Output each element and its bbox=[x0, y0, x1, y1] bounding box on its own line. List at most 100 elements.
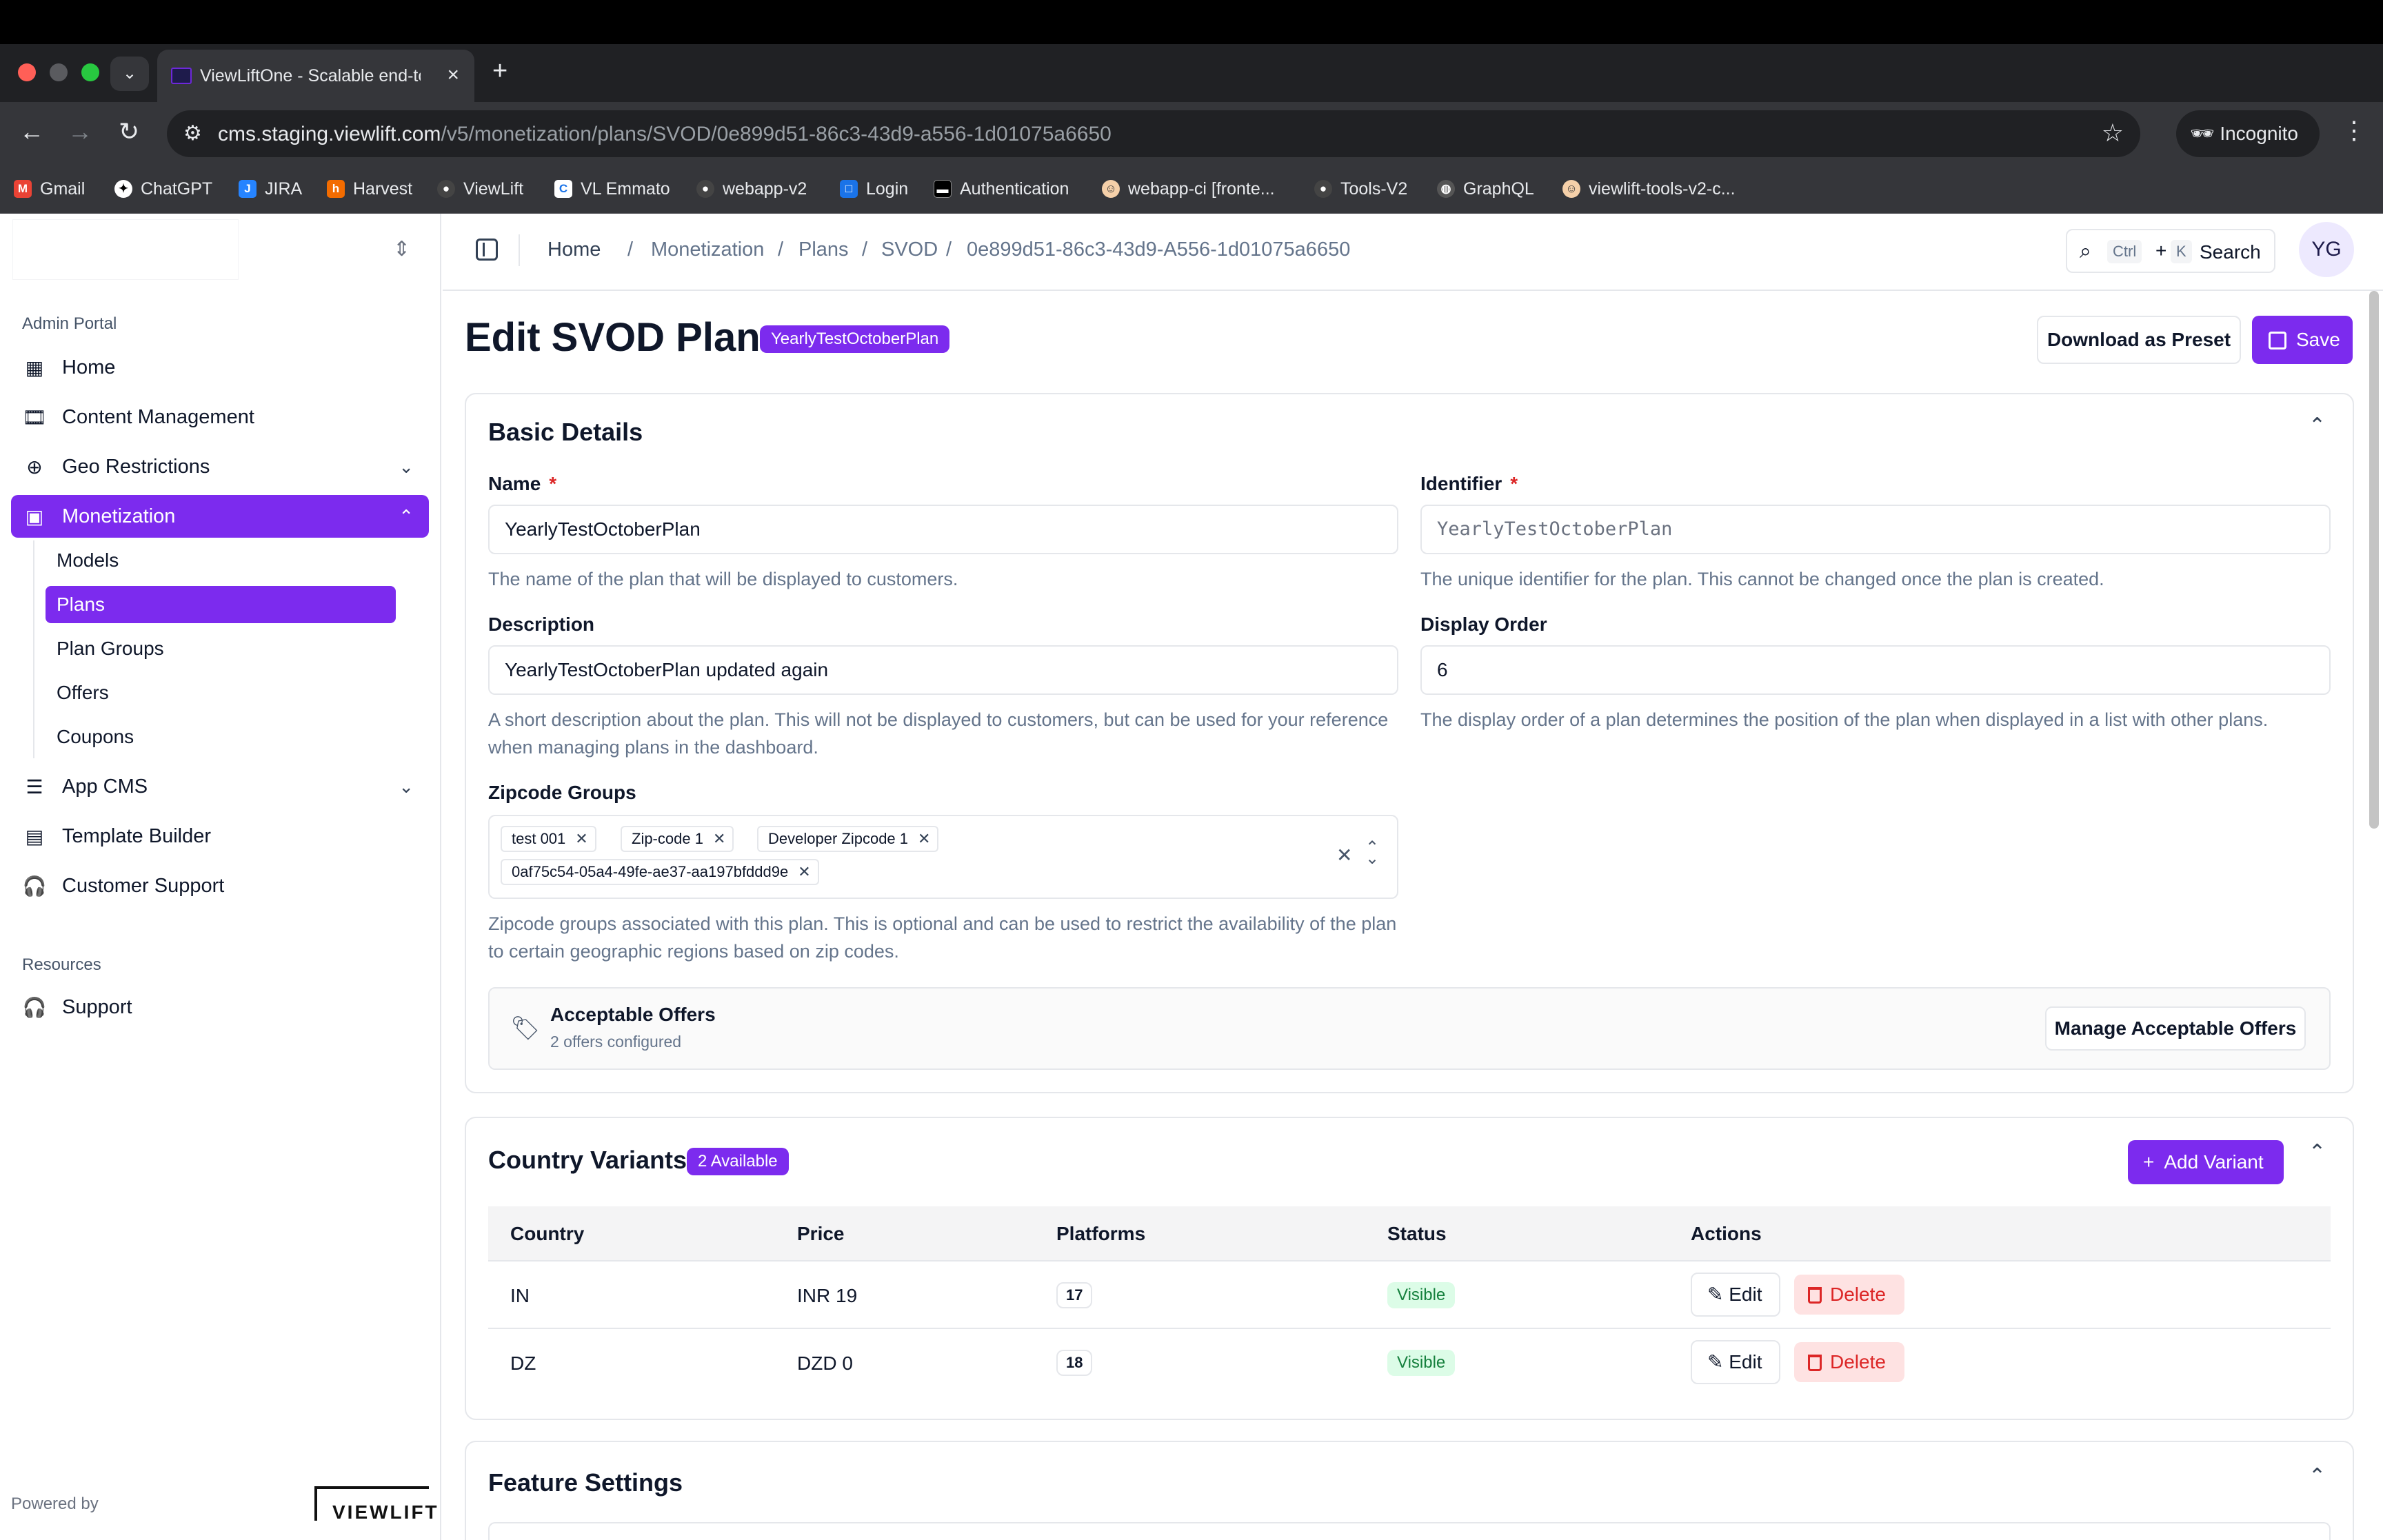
edit-icon: ✎ bbox=[1707, 1284, 1724, 1305]
tab-search-button[interactable]: ⌄ bbox=[110, 57, 149, 91]
bookmark-authentication[interactable]: ▬ Authentication bbox=[934, 176, 1069, 201]
bookmark-login[interactable]: □ Login bbox=[840, 176, 908, 201]
forward-icon[interactable]: → bbox=[68, 117, 92, 146]
search-label: Search bbox=[2200, 241, 2261, 263]
incognito-indicator[interactable]: 🕶 Incognito bbox=[2176, 110, 2320, 157]
bookmark-tools-v2[interactable]: ● Tools-V2 bbox=[1314, 176, 1407, 201]
tab-close-icon[interactable]: × bbox=[447, 63, 459, 87]
site-settings-icon[interactable]: ⚙ bbox=[183, 121, 202, 145]
delete-variant-button[interactable]: Delete bbox=[1794, 1342, 1904, 1382]
clear-selection-icon[interactable]: ✕ bbox=[1336, 844, 1352, 867]
bookmark-graphql[interactable]: ◍ GraphQL bbox=[1437, 176, 1534, 201]
chevron-up-down-icon[interactable]: ⌃ ⌄ bbox=[1365, 840, 1379, 867]
bookmark-star-icon[interactable]: ☆ bbox=[2102, 119, 2124, 148]
avatar[interactable]: YG bbox=[2299, 222, 2354, 277]
acceptable-offers-title: Acceptable Offers bbox=[550, 1004, 716, 1025]
delete-variant-button[interactable]: Delete bbox=[1794, 1275, 1904, 1315]
column-header-country: Country bbox=[510, 1223, 585, 1244]
globe-icon: ⊕ bbox=[26, 456, 43, 478]
sliders-icon: ☰ bbox=[26, 776, 43, 798]
sidebar-item-label: Home bbox=[62, 356, 116, 378]
chevron-up-icon[interactable]: ⌃ bbox=[2309, 1140, 2326, 1164]
bookmark-viewlift[interactable]: ● ViewLift bbox=[437, 176, 523, 201]
sidebar-subitem-coupons[interactable]: Coupons bbox=[46, 718, 396, 756]
add-variant-button[interactable]: + Add Variant bbox=[2128, 1140, 2284, 1184]
name-field[interactable]: YearlyTestOctoberPlan bbox=[488, 505, 1398, 554]
breadcrumb-monetization[interactable]: Monetization bbox=[651, 239, 764, 261]
chevron-up-icon[interactable]: ⌃ bbox=[2309, 414, 2326, 438]
bookmark-gmail[interactable]: M Gmail bbox=[14, 176, 85, 201]
sidebar-item-content-management[interactable]: 🎞 Content Management bbox=[11, 396, 429, 438]
download-preset-button[interactable]: Download as Preset bbox=[2037, 316, 2241, 364]
bookmark-webapp-v2[interactable]: ● webapp-v2 bbox=[696, 176, 807, 201]
identifier-field: YearlyTestOctoberPlan bbox=[1420, 505, 2331, 554]
brand-wordmark: VIEWLIFT bbox=[332, 1501, 439, 1523]
remove-chip-icon[interactable]: ✕ bbox=[575, 830, 587, 847]
chevron-up-icon[interactable]: ⌃ bbox=[2309, 1464, 2326, 1488]
jira-icon: J bbox=[239, 180, 257, 198]
sidebar-item-geo-restrictions[interactable]: ⊕ Geo Restrictions ⌄ bbox=[11, 445, 429, 488]
bookmark-vl-emmato[interactable]: C VL Emmato bbox=[554, 176, 670, 201]
maximize-window-button[interactable] bbox=[81, 63, 99, 81]
display-order-field[interactable]: 6 bbox=[1420, 645, 2331, 695]
sidebar-item-app-cms[interactable]: ☰ App CMS ⌄ bbox=[11, 765, 429, 808]
header-divider bbox=[519, 234, 520, 266]
new-tab-button[interactable]: + bbox=[492, 57, 507, 86]
headset-icon: 🎧 bbox=[22, 875, 47, 897]
name-help: The name of the plan that will be displa… bbox=[488, 569, 958, 589]
breadcrumb-home[interactable]: Home bbox=[547, 239, 601, 261]
sidebar-item-customer-support[interactable]: 🎧 Customer Support bbox=[11, 864, 429, 907]
breadcrumb-separator: / bbox=[862, 239, 868, 261]
breadcrumb-plans[interactable]: Plans bbox=[798, 239, 849, 261]
tab-title: ViewLiftOne - Scalable end-to-end OTT bbox=[200, 66, 421, 85]
sidebar-toggle-icon[interactable] bbox=[476, 239, 498, 261]
manage-offers-button[interactable]: Manage Acceptable Offers bbox=[2045, 1006, 2306, 1051]
close-window-button[interactable] bbox=[18, 63, 36, 81]
name-label: Name * bbox=[488, 473, 557, 494]
bookmark-webapp-ci[interactable]: ☺ webapp-ci [fronte... bbox=[1102, 176, 1275, 201]
page-scrollbar[interactable] bbox=[2369, 291, 2379, 829]
remove-chip-icon[interactable]: ✕ bbox=[798, 863, 810, 880]
description-help: A short description about the plan. This… bbox=[488, 709, 1389, 758]
sidebar-item-support[interactable]: 🎧 Support bbox=[11, 986, 429, 1029]
bookmark-chatgpt[interactable]: ✦ ChatGPT bbox=[114, 176, 212, 201]
column-header-actions: Actions bbox=[1691, 1223, 1762, 1244]
cell-country: IN bbox=[510, 1285, 530, 1306]
breadcrumb-svod[interactable]: SVOD bbox=[881, 239, 938, 261]
bookmark-viewlift-tools[interactable]: ☺ viewlift-tools-v2-c... bbox=[1562, 176, 1736, 201]
headset-icon: 🎧 bbox=[22, 996, 47, 1018]
sidebar-subitem-plan-groups[interactable]: Plan Groups bbox=[46, 630, 396, 667]
feature-settings-title: Feature Settings bbox=[488, 1468, 683, 1497]
section-label-resources: Resources bbox=[22, 955, 101, 974]
reload-icon[interactable]: ↻ bbox=[119, 117, 139, 146]
browser-menu-icon[interactable]: ⋮ bbox=[2342, 116, 2366, 145]
remove-chip-icon[interactable]: ✕ bbox=[918, 830, 930, 847]
search-button[interactable]: ⌕ Ctrl + K Search bbox=[2066, 229, 2275, 273]
edit-variant-button[interactable]: ✎ Edit bbox=[1691, 1340, 1780, 1384]
sidebar-subitem-plans[interactable]: Plans bbox=[46, 586, 396, 623]
bookmark-harvest[interactable]: h Harvest bbox=[327, 176, 412, 201]
edit-variant-button[interactable]: ✎ Edit bbox=[1691, 1273, 1780, 1317]
org-switcher-icon[interactable]: ⇕ bbox=[393, 237, 410, 261]
back-icon[interactable]: ← bbox=[19, 117, 44, 146]
sidebar-subitem-offers[interactable]: Offers bbox=[46, 674, 396, 711]
minimize-window-button[interactable] bbox=[50, 63, 68, 81]
description-field[interactable]: YearlyTestOctoberPlan updated again bbox=[488, 645, 1398, 695]
sidebar-item-template-builder[interactable]: ▤ Template Builder bbox=[11, 815, 429, 858]
zipcode-chip: 0af75c54-05a4-49fe-ae37-aa197bfddd9e ✕ bbox=[501, 859, 819, 885]
edit-label: Edit bbox=[1729, 1284, 1762, 1305]
browser-tab-active[interactable]: ViewLiftOne - Scalable end-to-end OTT × bbox=[157, 50, 474, 102]
sidebar-subitem-models[interactable]: Models bbox=[46, 542, 396, 579]
kbd-plus: + bbox=[2155, 240, 2167, 261]
sidebar-item-monetization[interactable]: ▣ Monetization ⌃ bbox=[11, 495, 429, 538]
login-icon: □ bbox=[840, 180, 858, 198]
film-icon: 🎞 bbox=[22, 406, 47, 428]
emmato-icon: C bbox=[554, 180, 572, 198]
save-button[interactable]: Save bbox=[2252, 316, 2353, 364]
bookmark-jira[interactable]: J JIRA bbox=[239, 176, 302, 201]
address-bar[interactable]: ⚙ cms.staging.viewlift.com/v5/monetizati… bbox=[167, 110, 2140, 157]
dashboard-icon: ▦ bbox=[25, 356, 44, 378]
sidebar-item-label: Customer Support bbox=[62, 874, 225, 897]
sidebar-item-home[interactable]: ▦ Home bbox=[11, 346, 429, 389]
remove-chip-icon[interactable]: ✕ bbox=[713, 830, 725, 847]
